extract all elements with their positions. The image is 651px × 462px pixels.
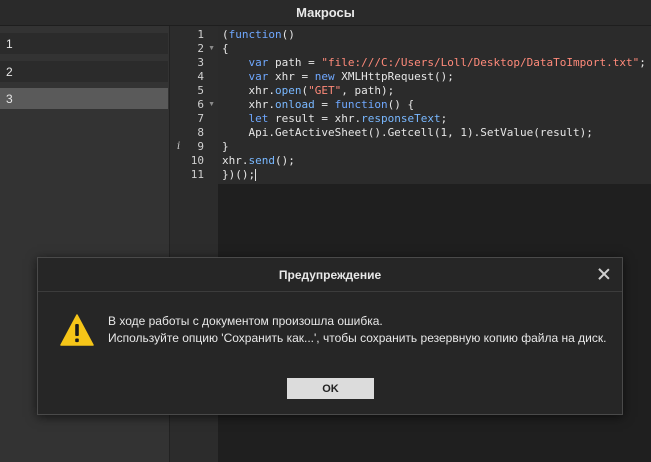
code-token: ; (639, 56, 646, 69)
code-line[interactable]: var xhr = new XMLHttpRequest(); (222, 70, 454, 84)
code-token: open (274, 84, 302, 97)
fold-arrow-icon[interactable]: ▼ (208, 42, 215, 56)
line-number: 7 (197, 112, 204, 125)
code-token: let (248, 112, 269, 125)
code-token: var (248, 56, 269, 69)
code-token: function (334, 98, 388, 111)
code-token: var (248, 70, 269, 83)
dialog-message-line: В ходе работы с документом произошла оши… (108, 314, 383, 328)
code-token: new (314, 70, 335, 83)
code-token: path = (268, 56, 322, 69)
code-token: () { (387, 98, 415, 111)
code-token: send (248, 154, 276, 167)
warning-dialog: Предупреждение В ходе работы с документо… (37, 257, 623, 415)
line-number: 1 (197, 28, 204, 41)
code-text-area[interactable]: (function(){ var path = "file:///C:/User… (218, 26, 651, 184)
macro-item-label: 2 (6, 64, 13, 79)
macro-item-2[interactable]: 2 (0, 61, 168, 82)
code-token: "file:///C:/Users/Loll/Desktop/DataToImp… (321, 56, 640, 69)
code-token: (); (275, 154, 295, 167)
code-token: } (222, 140, 229, 153)
code-line[interactable]: xhr.onload = function() { (222, 98, 414, 112)
code-token: result = xhr. (268, 112, 362, 125)
line-number: 11 (190, 168, 204, 181)
dialog-message: В ходе работы с документом произошла оши… (108, 313, 608, 347)
macro-item-label: 1 (6, 36, 13, 51)
macro-item-label: 3 (6, 91, 13, 106)
close-icon[interactable] (596, 266, 612, 282)
code-line[interactable]: { (222, 42, 229, 56)
line-number: 3 (197, 56, 204, 69)
code-token: })(); (222, 168, 256, 181)
code-token: XMLHttpRequest(); (334, 70, 454, 83)
code-line[interactable]: var path = "file:///C:/Users/Loll/Deskto… (222, 56, 646, 70)
line-number: 6 (197, 98, 204, 111)
window-title: Макросы (0, 0, 651, 26)
macro-item-1[interactable]: 1 (0, 33, 168, 54)
code-line[interactable]: xhr.send(); (222, 154, 295, 168)
dialog-title: Предупреждение (38, 258, 622, 292)
code-line[interactable]: })(); (222, 168, 257, 182)
dialog-message-line: Используйте опцию 'Сохранить как...', чт… (108, 331, 607, 345)
code-token: xhr. (222, 98, 275, 111)
code-line[interactable]: } (222, 140, 229, 154)
line-number: 2 (197, 42, 204, 55)
code-token: xhr = (268, 70, 315, 83)
code-token: responseText (361, 112, 441, 125)
code-token: = (314, 98, 335, 111)
code-line[interactable]: let result = xhr.responseText; (222, 112, 448, 126)
line-number: 8 (197, 126, 204, 139)
text-cursor (255, 169, 257, 181)
line-number: 9 (197, 140, 204, 153)
code-token: Api.GetActiveSheet().Getcell(1, 1).SetVa… (222, 126, 593, 139)
line-number: 4 (197, 70, 204, 83)
code-token: xhr. (222, 154, 249, 167)
code-token: ; (440, 112, 448, 125)
code-token: () (281, 28, 295, 41)
warning-icon (60, 314, 94, 346)
line-number: 10 (190, 154, 204, 167)
code-line[interactable]: xhr.open("GET", path); (222, 84, 394, 98)
code-token: { (222, 42, 229, 55)
macro-item-3[interactable]: 3 (0, 88, 168, 109)
code-token: ( (222, 28, 229, 41)
line-number: 5 (197, 84, 204, 97)
ok-button[interactable]: OK (287, 378, 374, 399)
code-token: "GET" (308, 84, 342, 97)
fold-arrow-icon[interactable]: ▼ (208, 98, 215, 112)
code-token: function (228, 28, 282, 41)
code-line[interactable]: (function() (222, 28, 295, 42)
code-line[interactable]: Api.GetActiveSheet().Getcell(1, 1).SetVa… (222, 126, 593, 140)
code-token: onload (274, 98, 315, 111)
code-token: xhr. (222, 84, 275, 97)
code-token: , path); (341, 84, 395, 97)
